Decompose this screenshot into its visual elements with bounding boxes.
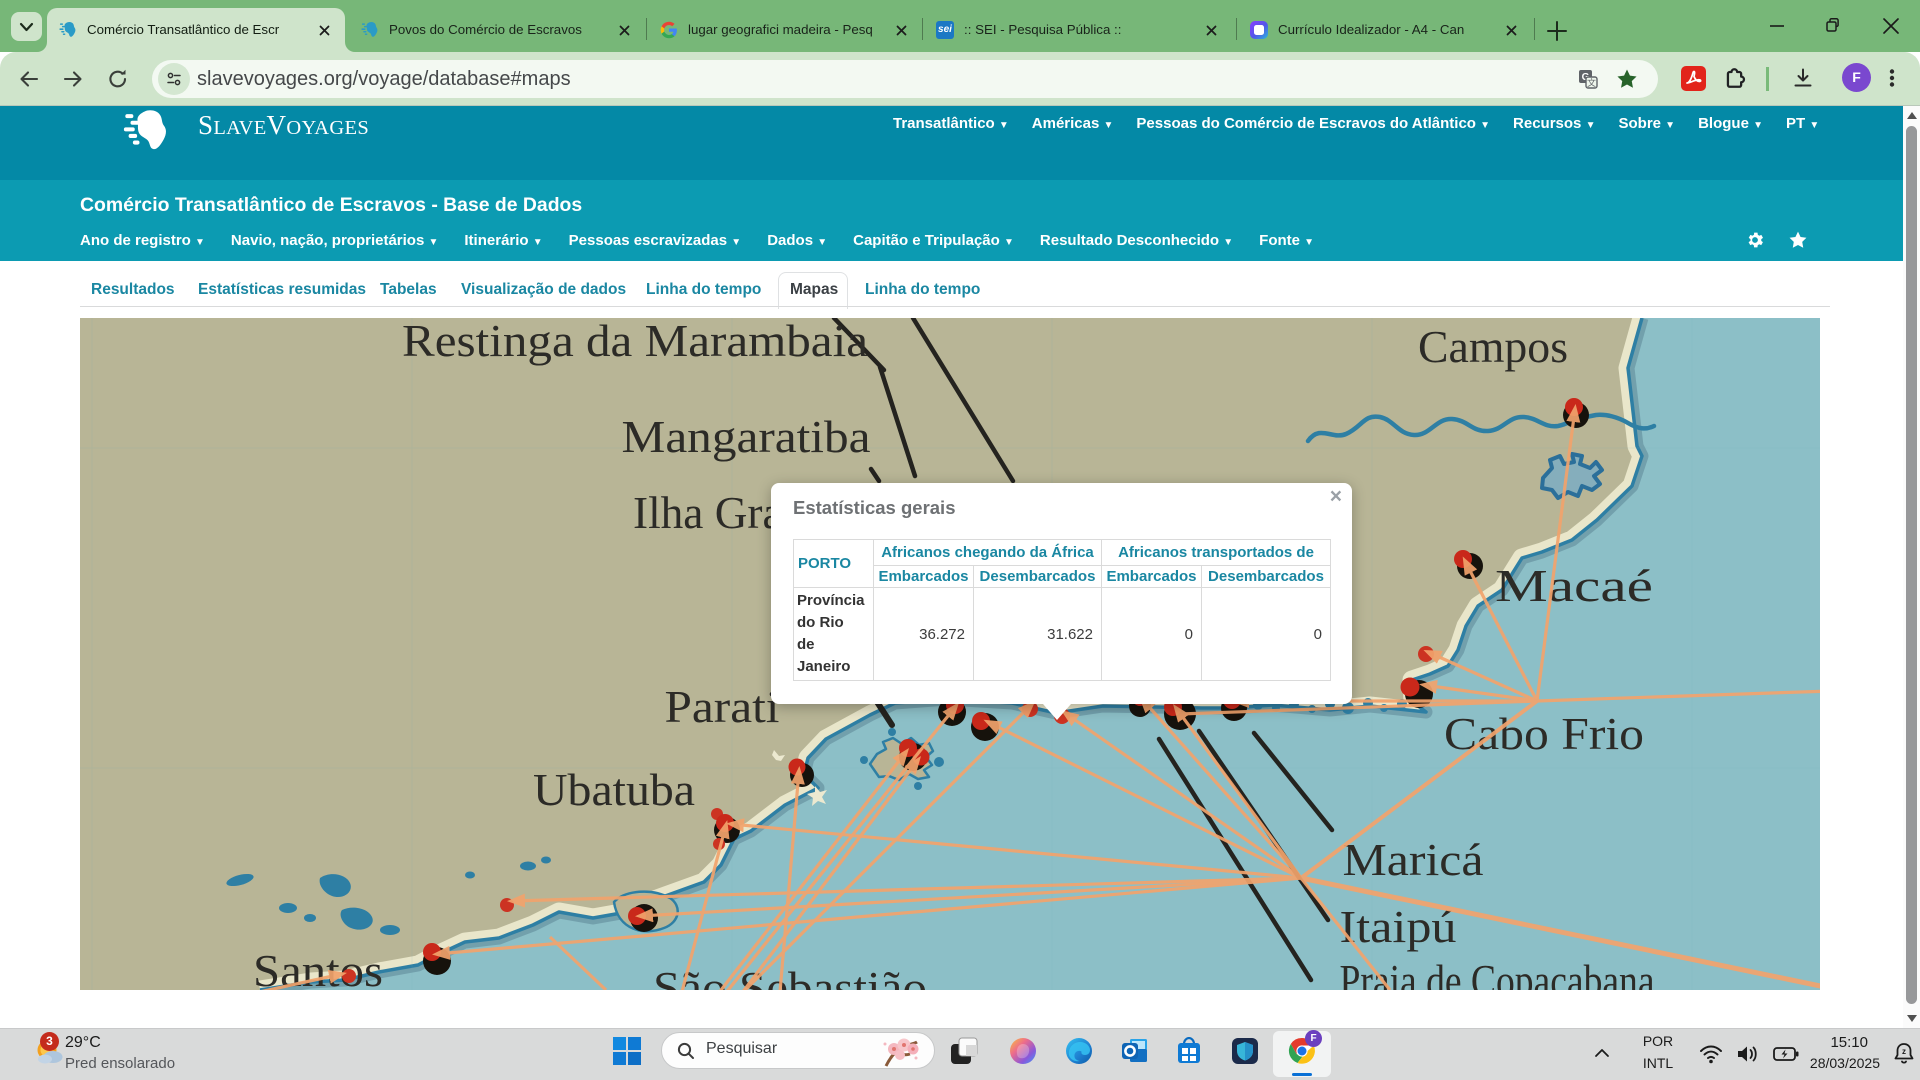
svg-text:São Sebastião: São Sebastião: [653, 962, 927, 990]
svg-text:Parati: Parati: [665, 681, 780, 732]
svg-text:Restinga da Marambaia: Restinga da Marambaia: [402, 318, 868, 366]
svg-text:Santos: Santos: [253, 945, 383, 990]
svg-text:Maricá: Maricá: [1343, 834, 1484, 885]
svg-text:Mangaratiba: Mangaratiba: [622, 411, 871, 462]
svg-text:文: 文: [1587, 77, 1596, 88]
svg-text:Cabo Frio: Cabo Frio: [1444, 708, 1644, 759]
svg-text:Campos: Campos: [1418, 321, 1568, 372]
svg-text:Macaé: Macaé: [1495, 560, 1653, 611]
svg-text:Ubatuba: Ubatuba: [533, 764, 695, 815]
svg-text:z: z: [1902, 1047, 1906, 1056]
